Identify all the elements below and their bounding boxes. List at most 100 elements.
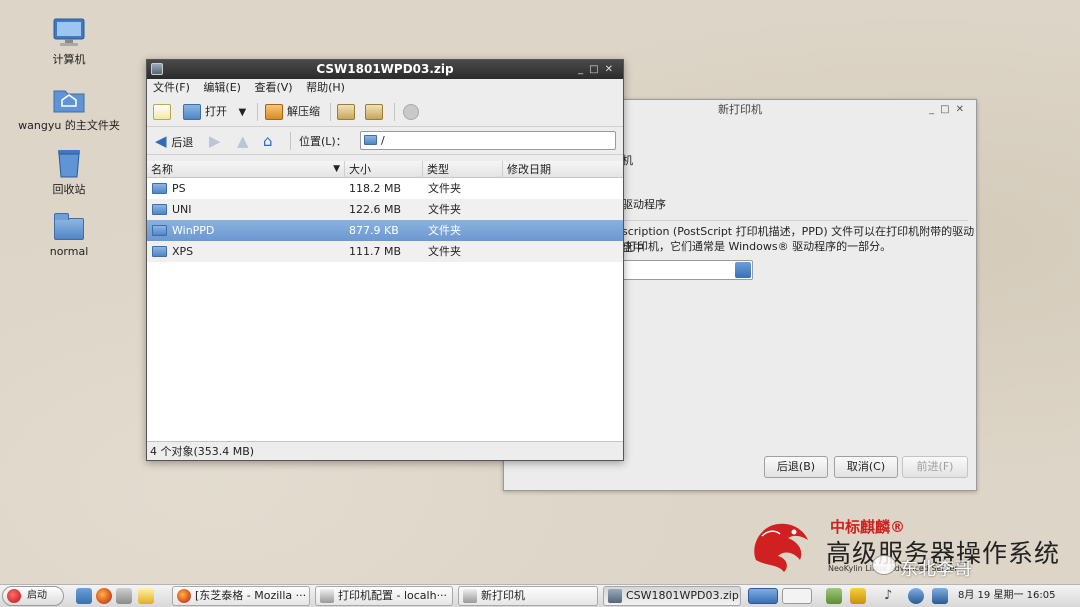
folder-icon [52,212,86,242]
back-nav-button[interactable]: ◀ 后退 [155,133,193,151]
row-name: PS [172,182,186,195]
home-icon[interactable]: ⌂ [263,133,273,149]
folder-icon [152,204,167,215]
row-type: 文件夹 [428,224,461,237]
folder-icon [152,183,167,194]
menu-file[interactable]: 文件(F) [153,81,190,94]
file-list: 名称 ▼ 大小 类型 修改日期 PS 118.2 MB 文件夹 UNI 122.6… [147,161,623,442]
chevron-down-icon: ▼ [333,164,340,174]
archive-app-icon [608,589,622,603]
firefox-icon [177,589,191,603]
row-type: 文件夹 [428,203,461,216]
location-value: / [381,134,385,147]
divider [622,220,968,221]
extract-icon [265,104,283,120]
update-icon[interactable] [850,588,866,604]
archive-title: CSW1801WPD03.zip [316,62,454,76]
window-controls[interactable]: _□✕ [929,100,970,120]
desktop-icon-label: 回收站 [52,183,86,196]
add-folder-button[interactable] [365,101,387,123]
add-files-button[interactable] [337,101,359,123]
watermark-text: 东北李哥 [900,559,972,580]
extract-button[interactable]: 解压缩 [265,101,320,123]
toolbar-separator [257,103,258,121]
column-type-header[interactable]: 类型 [423,161,503,178]
list-row-ps[interactable]: PS 118.2 MB 文件夹 [147,178,623,199]
location-bar: ◀ 后退 ▶ ▲ ⌂ 位置(L)： / [147,127,623,155]
row-size: 118.2 MB [349,182,402,195]
forward-button[interactable]: 前进(F) [902,456,968,478]
task-label: 新打印机 [481,589,525,602]
printer-icon [320,589,334,603]
task-archive[interactable]: CSW1801WPD03.zip [603,586,741,606]
firefox-icon[interactable] [96,588,112,604]
ppd-file-chooser[interactable] [622,260,753,280]
computer-icon[interactable] [116,588,132,604]
toolbar-separator [290,132,291,150]
desktop-icon-trash[interactable]: 回收站 [14,148,124,197]
desktop-icon-label: 计算机 [52,53,86,66]
row-name: XPS [172,245,194,258]
start-label: 启动 [27,590,47,601]
menubar: 文件(F) 编辑(E) 查看(V) 帮助(H) [147,79,623,97]
menu-view[interactable]: 查看(V) [254,81,292,94]
forward-arrow-icon[interactable]: ▶ [209,133,221,149]
folder-icon [364,135,377,145]
location-label: 位置(L)： [299,135,347,148]
show-desktop-icon[interactable] [76,588,92,604]
task-firefox[interactable]: [东芝泰格 - Mozilla ··· [172,586,310,606]
cancel-button[interactable]: 取消(C) [834,456,898,478]
desktop-icon-label: wangyu 的主文件夹 [18,119,120,132]
printer-icon [463,589,477,603]
row-name: WinPPD [172,224,215,237]
add-folder-icon [365,104,383,120]
archive-app-icon [151,63,163,75]
folder-browse-icon[interactable] [735,262,751,278]
start-button[interactable]: 启动 [2,586,64,606]
clock[interactable]: 8月 19 星期一 16:05 [958,585,1055,607]
task-label: 打印机配置 - localh··· [338,589,448,602]
location-input[interactable]: / [360,131,616,150]
window-controls[interactable]: _□✕ [578,60,619,79]
row-type: 文件夹 [428,245,461,258]
text-editor-icon[interactable] [138,588,154,604]
archive-titlebar[interactable]: CSW1801WPD03.zip _□✕ [147,60,623,79]
column-size-header[interactable]: 大小 [345,161,423,178]
extract-label: 解压缩 [287,105,320,118]
desktop-icon-normal-folder[interactable]: normal [14,212,124,258]
new-archive-button[interactable] [153,101,175,123]
column-name-header[interactable]: 名称 ▼ [147,161,345,178]
desktop-icon-home-folder[interactable]: wangyu 的主文件夹 [14,84,124,133]
list-row-winppd[interactable]: WinPPD 877.9 KB 文件夹 [147,220,623,241]
column-date-header[interactable]: 修改日期 [503,161,623,178]
workspace-switcher-1[interactable] [748,588,778,604]
menu-help[interactable]: 帮助(H) [306,81,345,94]
desktop-icon-label: normal [49,245,89,258]
trash-icon [52,148,86,178]
archive-manager-window: CSW1801WPD03.zip _□✕ 文件(F) 编辑(E) 查看(V) 帮… [146,59,624,461]
task-printer-config[interactable]: 打印机配置 - localh··· [315,586,453,606]
back-button[interactable]: 后退(B) [764,456,828,478]
task-new-printer[interactable]: 新打印机 [458,586,598,606]
start-logo-icon [7,589,21,603]
menu-edit[interactable]: 编辑(E) [203,81,241,94]
display-icon[interactable] [932,588,948,604]
workspace-switcher-2[interactable] [782,588,812,604]
driver-option-label: 驱动程序 [622,198,666,211]
list-row-xps[interactable]: XPS 111.7 MB 文件夹 [147,241,623,262]
network-icon[interactable] [826,588,842,604]
open-button[interactable]: 打开 ▼ [183,101,246,123]
status-bar: 4 个对象(353.4 MB) [147,441,623,460]
desktop-icon-computer[interactable]: 计算机 [14,18,124,67]
open-folder-icon [183,104,201,120]
stop-button[interactable] [403,101,423,123]
row-name: UNI [172,203,192,216]
watermark-chat-icon [872,555,896,575]
list-header: 名称 ▼ 大小 类型 修改日期 [147,161,623,178]
bluetooth-icon[interactable] [908,588,924,604]
home-folder-icon [52,84,86,114]
list-row-uni[interactable]: UNI 122.6 MB 文件夹 [147,199,623,220]
up-arrow-icon[interactable]: ▲ [237,133,249,149]
volume-icon[interactable]: ♪ [884,588,900,604]
chevron-down-icon[interactable]: ▼ [239,107,247,118]
